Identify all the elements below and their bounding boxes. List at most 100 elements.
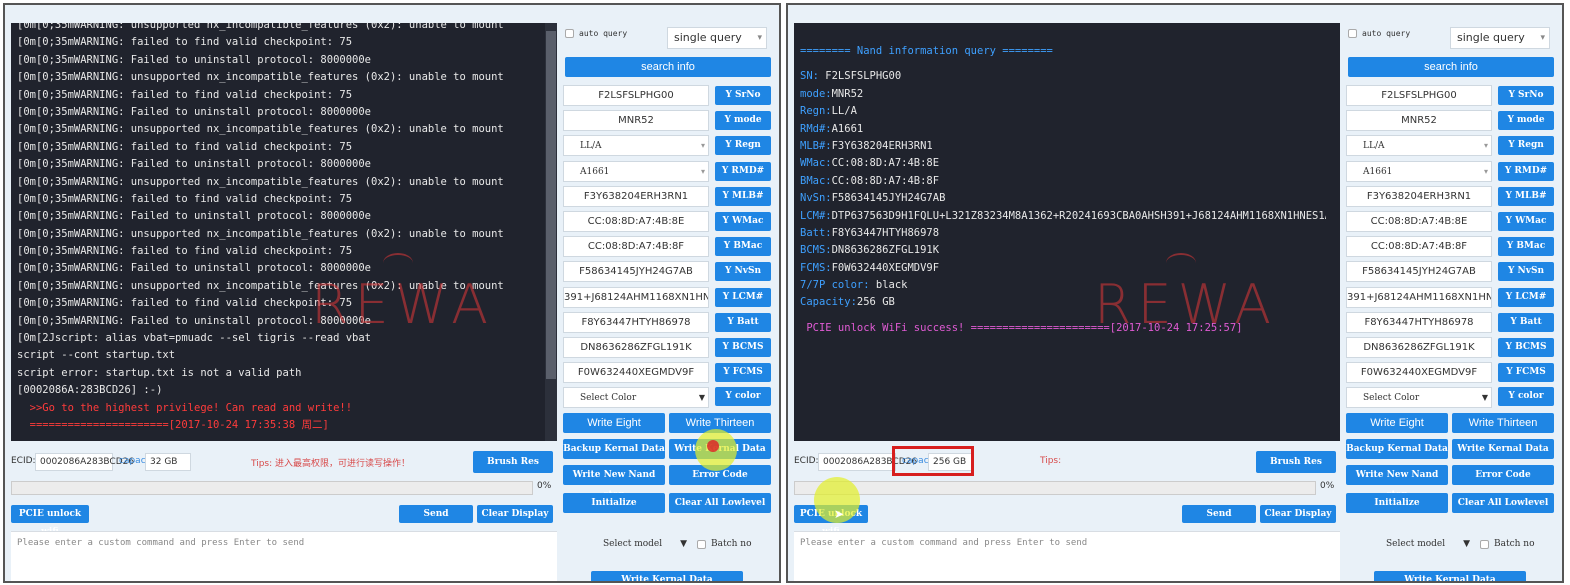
write-kernel-bottom-button[interactable]: Write Kernal Data — [591, 571, 743, 581]
ecid-field[interactable]: 0002086A283BCD26 — [35, 453, 134, 471]
write-field-button[interactable]: Y mode — [1498, 111, 1554, 131]
info-field[interactable]: F58634145JYH24G7AB — [563, 261, 709, 283]
query-mode-value: single query — [1457, 31, 1525, 44]
write-field-button[interactable]: Y WMac — [1498, 212, 1554, 231]
info-field[interactable]: MNR52 — [1346, 110, 1492, 132]
write-field-button[interactable]: Y NvSn — [1498, 262, 1554, 282]
write-field-button[interactable]: Y BMac — [715, 237, 771, 257]
info-field[interactable]: F8Y63447HTYH86978 — [1346, 311, 1492, 333]
write-field-button[interactable]: Y Regn — [715, 136, 771, 156]
info-field[interactable]: F3Y638204ERH3RN1 — [1346, 185, 1492, 207]
batch-no-checkbox[interactable] — [1480, 540, 1489, 549]
initialize-button[interactable]: Initialize — [1346, 493, 1448, 513]
query-mode-select[interactable]: single query ▾ — [667, 27, 767, 49]
backup-kernel-button[interactable]: Backup Kernal Data — [1346, 439, 1448, 459]
write-kernel-button[interactable]: Write Kernal Data — [1452, 439, 1554, 459]
write-field-button[interactable]: Y SrNo — [715, 86, 771, 105]
write-new-nand-button[interactable]: Write New Nand step — [563, 465, 665, 500]
command-input[interactable]: Please enter a custom command and press … — [794, 531, 1340, 581]
select-model-dropdown[interactable]: Select model ▼ — [585, 535, 691, 555]
terminal-line: script error: startup.txt is not a valid… — [17, 366, 302, 379]
write-field-button[interactable]: Y SrNo — [1498, 86, 1554, 105]
info-field[interactable]: CC:08:8D:A7:4B:8E — [1346, 211, 1492, 232]
backup-kernel-button[interactable]: Backup Kernal Data — [563, 439, 665, 459]
write-field-button[interactable]: Y Batt — [715, 312, 771, 332]
write-field-button[interactable]: Y RMD# — [1498, 161, 1554, 181]
terminal-value: MNR52 — [831, 87, 864, 100]
info-field[interactable]: F3Y638204ERH3RN1 — [563, 185, 709, 207]
write-field-button[interactable]: Y Batt — [1498, 312, 1554, 332]
info-field[interactable]: F0W632440XEGMDV9F — [1346, 362, 1492, 384]
color-button[interactable]: Y color — [715, 387, 771, 406]
write-field-button[interactable]: Y MLB# — [1498, 186, 1554, 206]
color-button[interactable]: Y color — [1498, 387, 1554, 406]
search-info-button[interactable]: search info — [1348, 57, 1554, 77]
write-field-button[interactable]: Y RMD# — [715, 161, 771, 181]
info-field-value: DN8636286ZFGL191K — [1363, 342, 1475, 353]
info-field[interactable]: LL/A ▾ — [563, 135, 709, 157]
write-field-button[interactable]: Y Regn — [1498, 136, 1554, 156]
info-field[interactable]: CC:08:8D:A7:4B:8F — [1346, 236, 1492, 258]
brush-res-button[interactable]: Brush Res — [473, 451, 553, 473]
ecid-field[interactable]: 0002086A283BCD26 — [818, 453, 917, 471]
auto-query-checkbox[interactable] — [565, 29, 574, 38]
write-field-button[interactable]: Y MLB# — [715, 186, 771, 206]
select-color-dropdown[interactable]: Select Color ▼ — [563, 387, 709, 408]
clear-display-button[interactable]: Clear Display — [477, 505, 553, 523]
pcie-unlock-wifi-button[interactable]: PCIE unlock wifi — [11, 505, 89, 537]
capacity-field[interactable]: 32 GB — [145, 453, 191, 471]
info-field[interactable]: F0W632440XEGMDV9F — [563, 362, 709, 384]
send-button[interactable]: Send — [1182, 505, 1256, 523]
info-field[interactable]: CC:08:8D:A7:4B:8E — [563, 211, 709, 232]
info-field[interactable]: DN8636286ZFGL191K — [1346, 337, 1492, 358]
write-field-button[interactable]: Y FCMS — [715, 363, 771, 383]
info-field[interactable]: F2LSFSLPHG00 — [563, 85, 709, 106]
clear-all-lowlevel-button[interactable]: Clear All Lowlevel — [669, 493, 771, 513]
terminal-key: Regn: — [800, 105, 832, 118]
initialize-button[interactable]: Initialize — [563, 493, 665, 513]
write-field-button[interactable]: Y NvSn — [715, 262, 771, 282]
terminal-key: WMac: — [800, 157, 832, 170]
terminal-line: [0m[0;35mWARNING: Failed to uninstall pr… — [17, 262, 372, 275]
write-thirteen-button[interactable]: Write Thirteen — [1452, 413, 1554, 433]
info-field[interactable]: F8Y63447HTYH86978 — [563, 311, 709, 333]
write-new-nand-button[interactable]: Write New Nand step — [1346, 465, 1448, 500]
info-field[interactable]: CC:08:8D:A7:4B:8F — [563, 236, 709, 258]
info-field[interactable]: A1661 ▾ — [1346, 160, 1492, 182]
write-kernel-bottom-button[interactable]: Write Kernal Data — [1374, 571, 1526, 581]
write-field-button[interactable]: Y mode — [715, 111, 771, 131]
terminal-scrollbar[interactable] — [545, 23, 557, 441]
write-eight-button[interactable]: Write Eight — [563, 413, 665, 433]
chevron-down-icon: ▾ — [700, 166, 705, 176]
batch-no-label: Batch no — [711, 539, 752, 549]
error-code-button[interactable]: Error Code — [1452, 465, 1554, 485]
query-mode-select[interactable]: single query ▾ — [1450, 27, 1550, 49]
write-field-button[interactable]: Y LCM# — [715, 287, 771, 307]
write-field-button[interactable]: Y LCM# — [1498, 287, 1554, 307]
clear-display-button[interactable]: Clear Display — [1260, 505, 1336, 523]
info-field[interactable]: A1661 ▾ — [563, 160, 709, 182]
write-field-button[interactable]: Y BMac — [1498, 237, 1554, 257]
select-color-dropdown[interactable]: Select Color ▼ — [1346, 387, 1492, 408]
write-field-button[interactable]: Y WMac — [715, 212, 771, 231]
send-button[interactable]: Send — [399, 505, 473, 523]
write-field-button[interactable]: Y BCMS — [715, 338, 771, 357]
auto-query-checkbox[interactable] — [1348, 29, 1357, 38]
info-field[interactable]: F58634145JYH24G7AB — [1346, 261, 1492, 283]
info-field[interactable]: MNR52 — [563, 110, 709, 132]
clear-all-lowlevel-button[interactable]: Clear All Lowlevel — [1452, 493, 1554, 513]
write-field-button[interactable]: Y BCMS — [1498, 338, 1554, 357]
brush-res-button[interactable]: Brush Res — [1256, 451, 1336, 473]
info-field[interactable]: LL/A ▾ — [1346, 135, 1492, 157]
scrollbar-thumb[interactable] — [546, 31, 556, 379]
write-field-button[interactable]: Y FCMS — [1498, 363, 1554, 383]
batch-no-checkbox[interactable] — [697, 540, 706, 549]
search-info-button[interactable]: search info — [565, 57, 771, 77]
command-input[interactable]: Please enter a custom command and press … — [11, 531, 557, 581]
info-field[interactable]: F2LSFSLPHG00 — [1346, 85, 1492, 106]
write-eight-button[interactable]: Write Eight — [1346, 413, 1448, 433]
info-field[interactable]: 391+J68124AHM1168XN1HNES1A — [563, 286, 709, 308]
info-field[interactable]: DN8636286ZFGL191K — [563, 337, 709, 358]
select-model-dropdown[interactable]: Select model ▼ — [1368, 535, 1474, 555]
info-field[interactable]: 391+J68124AHM1168XN1HNES1A — [1346, 286, 1492, 308]
